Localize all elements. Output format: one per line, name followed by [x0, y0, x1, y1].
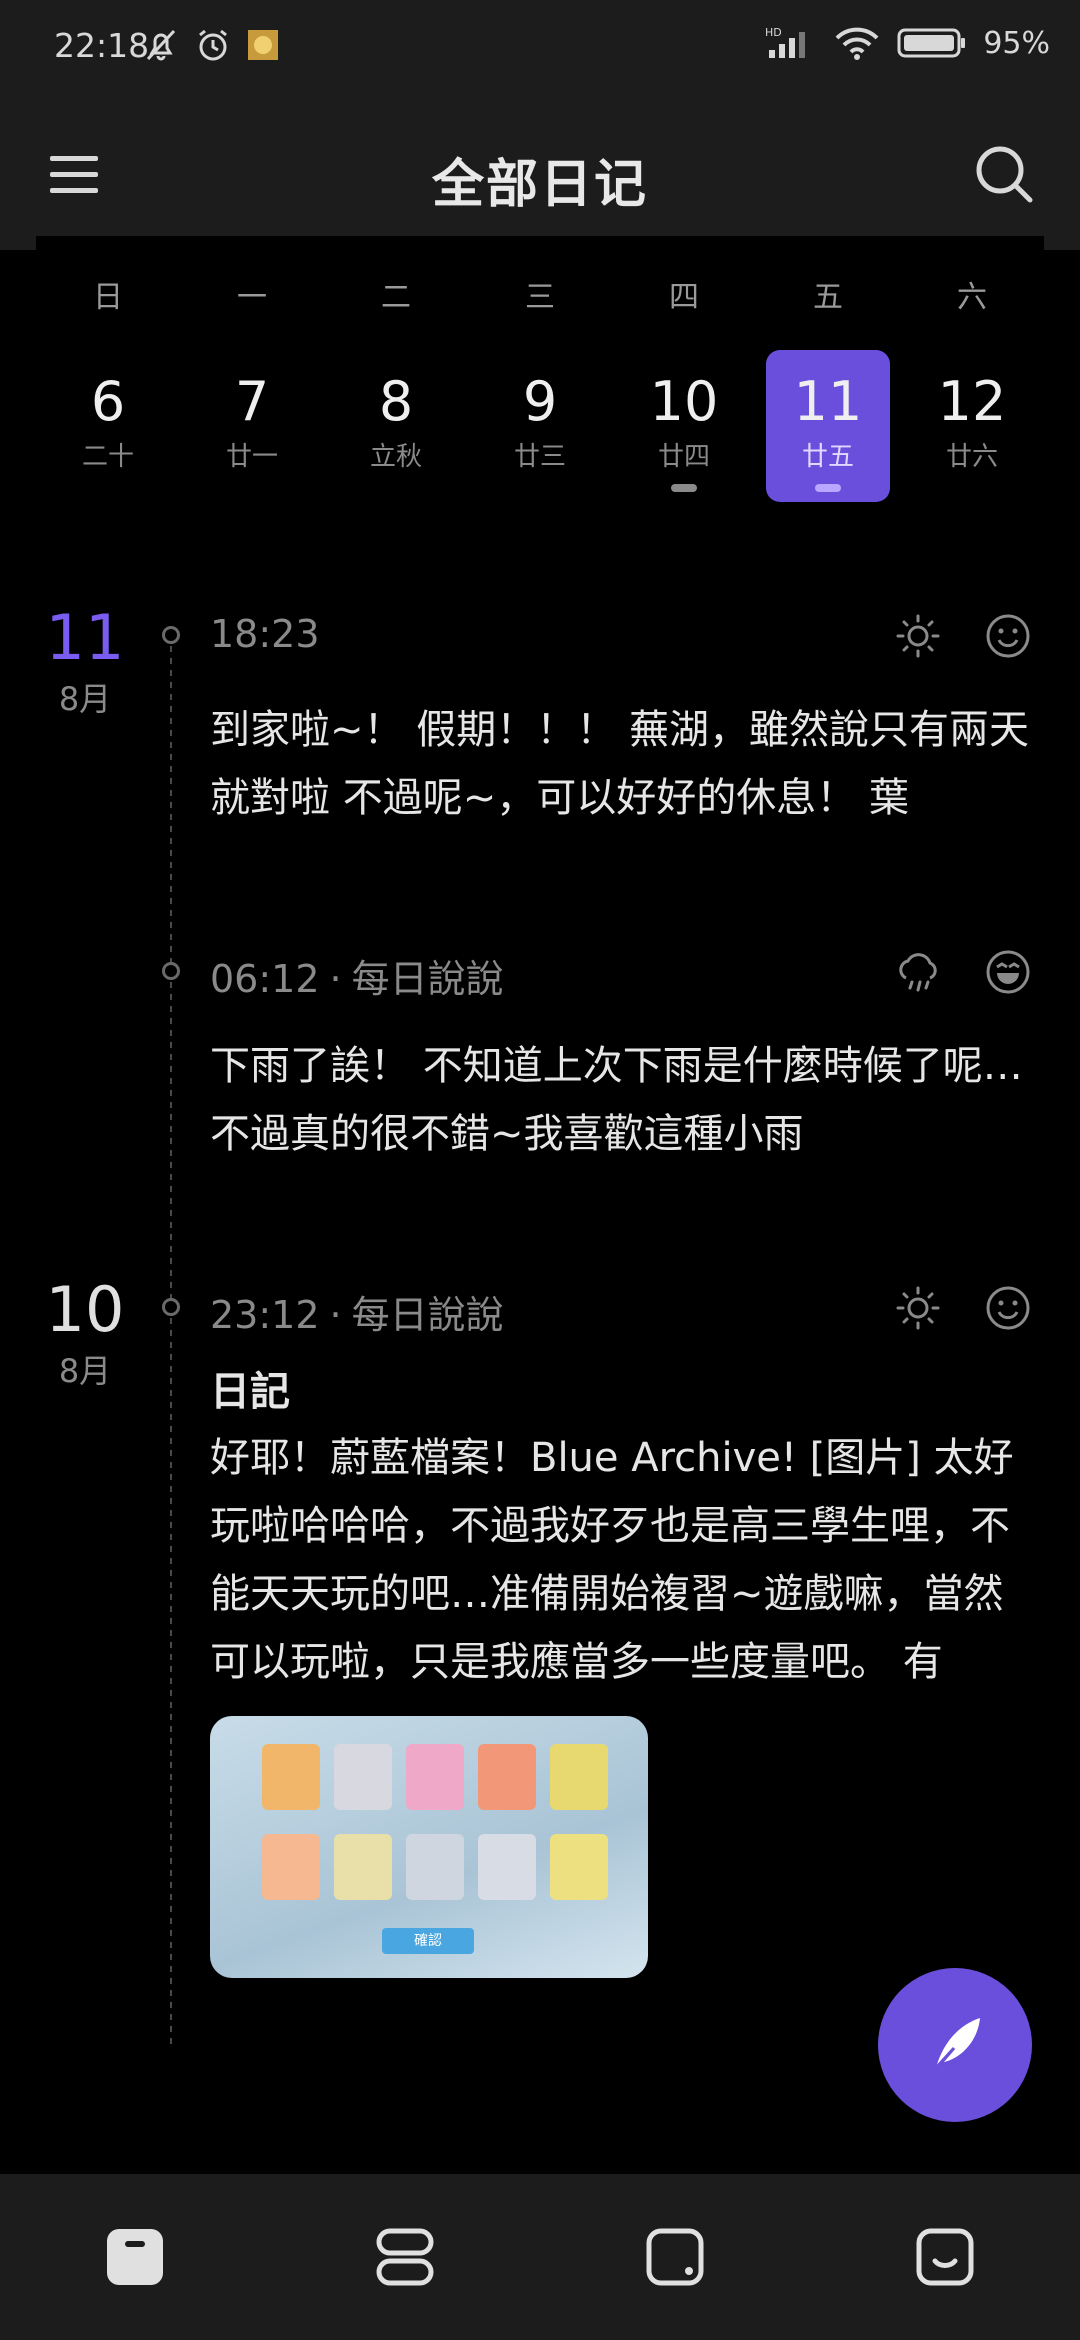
entry-meta: 23:12 · 每日說說 — [210, 1284, 504, 1339]
date-number: 6 — [90, 370, 126, 433]
status-notification-icons — [142, 26, 280, 64]
group-day: 11 — [45, 601, 125, 674]
calendar-date-11-selected[interactable]: 11 廿五 — [766, 350, 890, 502]
meta-separator: · — [329, 1293, 342, 1337]
entry-indicator — [671, 484, 697, 492]
feather-pen-icon — [932, 2018, 980, 2072]
smile-icon — [986, 1286, 1030, 1330]
entry-text: 好耶！蔚藍檔案！Blue Archive! [图片] 太好玩啦哈哈哈，不過我好歹… — [210, 1435, 1014, 1685]
date-number: 12 — [937, 370, 1007, 433]
muted-bell-icon — [146, 29, 176, 61]
week-calendar: 日 一 二 三 四 五 六 6 二十 7 廿一 8 立秋 9 廿三 10 廿四 … — [36, 236, 1044, 526]
weekday-header: 日 一 二 三 四 五 六 — [36, 272, 1044, 316]
weekday-label: 三 — [525, 280, 555, 315]
status-system-icons: HD 95% — [765, 24, 1050, 62]
status-bar: 22:18 HD 95% — [0, 0, 1080, 100]
group-day: 10 — [45, 1273, 125, 1346]
weekday-label: 四 — [669, 280, 699, 315]
battery-icon — [897, 28, 966, 58]
weekday-label: 一 — [237, 280, 267, 315]
search-icon[interactable] — [974, 144, 1034, 204]
timeline-dot — [162, 962, 180, 980]
weekday-label: 二 — [381, 280, 411, 315]
calendar-date-10[interactable]: 10 廿四 — [612, 350, 756, 502]
entry-meta: 18:23 — [210, 612, 320, 656]
group-month: 8月 — [58, 1352, 112, 1390]
tab-list[interactable] — [270, 2174, 540, 2340]
entry-indicator — [815, 484, 841, 492]
date-group-marker: 10 8月 — [40, 1278, 130, 1392]
lunar-date: 廿三 — [513, 442, 566, 472]
calendar-date-8[interactable]: 8 立秋 — [324, 350, 468, 502]
game-screenshot-thumbnail[interactable]: 確認 — [210, 1716, 648, 1978]
smile-icon — [986, 614, 1030, 658]
square-tab-icon — [646, 2228, 704, 2286]
date-number: 10 — [649, 370, 719, 433]
page-title: 全部日记 — [431, 155, 648, 215]
entry-category: 每日說說 — [351, 1293, 504, 1337]
weekday-label: 六 — [957, 280, 987, 315]
mood-tab-icon — [916, 2228, 974, 2286]
entry-time: 06:12 — [210, 957, 320, 1001]
entry-category: 每日說說 — [351, 957, 504, 1001]
calendar-date-7[interactable]: 7 廿一 — [180, 350, 324, 502]
new-entry-button[interactable] — [878, 1968, 1032, 2122]
lunar-date: 廿五 — [801, 442, 854, 472]
entry-text: 下雨了誒！ 不知道上次下雨是什麼時候了呢…不過真的很不錯~我喜歡這種小雨 — [210, 1043, 1023, 1157]
battery-percentage: 95% — [983, 25, 1050, 61]
date-number: 9 — [522, 370, 558, 433]
app-notification-icon — [248, 30, 278, 60]
diary-tab-icon — [107, 2229, 163, 2285]
calendar-date-6[interactable]: 6 二十 — [36, 350, 180, 502]
wifi-icon — [835, 27, 879, 60]
network-type-label: HD — [765, 26, 782, 39]
bottom-navigation — [0, 2174, 1080, 2340]
app-header: 全部日记 — [0, 100, 1080, 250]
tab-diary[interactable] — [0, 2174, 270, 2340]
date-number: 7 — [234, 370, 270, 433]
group-month: 8月 — [58, 680, 112, 718]
sun-icon — [896, 614, 940, 658]
lunar-date: 廿一 — [225, 442, 278, 472]
tab-mood[interactable] — [810, 2174, 1080, 2340]
weekday-label: 日 — [93, 280, 123, 315]
alarm-icon — [199, 29, 227, 61]
meta-separator: · — [329, 957, 342, 1001]
list-tab-icon — [376, 2228, 434, 2286]
rain-cloud-icon — [899, 953, 937, 992]
lunar-date: 二十 — [81, 442, 134, 472]
date-number: 8 — [378, 370, 414, 433]
lunar-date: 廿四 — [657, 442, 710, 472]
laugh-icon — [986, 950, 1030, 994]
entry-time: 23:12 — [210, 1293, 320, 1337]
timeline-dot — [162, 626, 180, 644]
status-time: 22:18 — [54, 26, 150, 65]
cellular-signal-icon: HD — [765, 26, 806, 58]
sun-icon — [896, 1286, 940, 1330]
calendar-date-9[interactable]: 9 廿三 — [468, 350, 612, 502]
date-number: 11 — [793, 370, 863, 433]
calendar-date-12[interactable]: 12 廿六 — [900, 350, 1044, 502]
entry-heading: 日記 — [210, 1369, 290, 1415]
entry-time: 18:23 — [210, 612, 320, 656]
timeline-line — [170, 634, 172, 2044]
date-row: 6 二十 7 廿一 8 立秋 9 廿三 10 廿四 11 廿五 12 廿六 — [36, 350, 1044, 502]
lunar-date: 廿六 — [945, 442, 998, 472]
date-group-marker: 11 8月 — [40, 606, 130, 720]
timeline-dot — [162, 1298, 180, 1316]
thumbnail-confirm-label: 確認 — [382, 1928, 474, 1954]
weekday-label: 五 — [813, 280, 843, 315]
entry-text: 到家啦~！ 假期！！！ 蕪湖，雖然說只有兩天就對啦 不過呢~，可以好好的休息！ … — [210, 707, 1029, 821]
tab-square[interactable] — [540, 2174, 810, 2340]
entry-meta: 06:12 · 每日說說 — [210, 948, 504, 1003]
lunar-date: 立秋 — [369, 442, 422, 472]
